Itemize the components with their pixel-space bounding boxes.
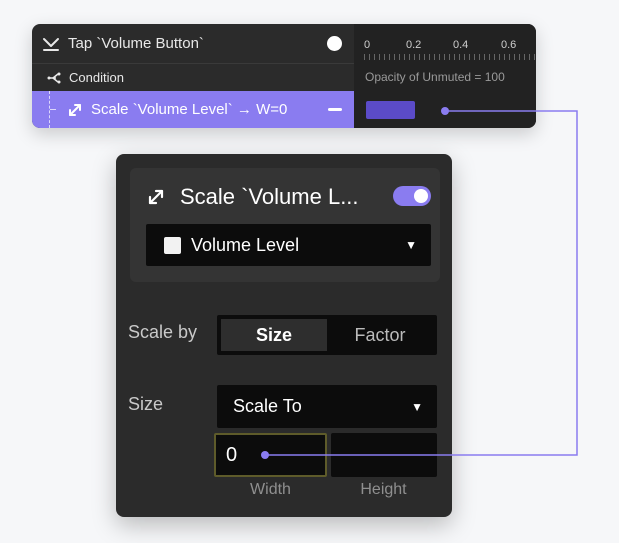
action-enable-switch[interactable] xyxy=(393,186,431,206)
tick-label: 0.6 xyxy=(501,39,517,51)
condition-label: Condition xyxy=(69,70,124,85)
scale-action-label: Scale `Volume Level` → W=0 xyxy=(91,101,288,118)
size-label: Size xyxy=(128,394,164,414)
timeline-tracks: Tap `Volume Button` Condition Scale `Vol… xyxy=(32,24,354,128)
tree-connector-line xyxy=(49,91,57,128)
width-caption: Width xyxy=(250,481,291,498)
dropdown-caret-icon: ▼ xyxy=(411,399,423,414)
layer-swatch xyxy=(164,236,181,254)
timeline-ruler xyxy=(364,54,536,60)
tick-label: 0.4 xyxy=(453,39,469,51)
width-input[interactable]: 0 xyxy=(214,433,327,477)
panel-header: Scale `Volume L... Volume Level ▼ xyxy=(130,168,440,282)
condition-icon xyxy=(46,72,62,84)
scale-mode-select[interactable]: Scale To ▼ xyxy=(217,385,437,428)
height-caption: Height xyxy=(360,481,407,498)
layer-select[interactable]: Volume Level ▼ xyxy=(146,224,431,266)
timeline-panel: Tap `Volume Button` Condition Scale `Vol… xyxy=(32,24,536,128)
scale-mode-value: Scale To xyxy=(233,396,302,416)
scale-by-factor-option[interactable]: Factor xyxy=(327,319,433,351)
remove-icon[interactable] xyxy=(328,108,342,111)
condition-row[interactable]: Condition xyxy=(32,64,354,92)
scale-animation-bar[interactable] xyxy=(366,101,415,119)
tap-icon xyxy=(42,36,60,52)
trigger-enable-toggle[interactable] xyxy=(327,36,342,51)
layer-select-value: Volume Level xyxy=(191,234,300,255)
tick-label: 0 xyxy=(364,39,371,51)
opacity-track-label: Opacity of Unmuted = 100 xyxy=(365,70,505,84)
scale-by-label: Scale by xyxy=(128,322,198,342)
scale-icon xyxy=(146,187,166,207)
scale-by-size-option[interactable]: Size xyxy=(221,319,327,351)
timeline-ruler-area: 0 0.2 0.4 0.6 Opacity of Unmuted = 100 xyxy=(354,24,536,128)
height-input[interactable] xyxy=(331,433,437,477)
tick-label: 0.2 xyxy=(406,39,422,51)
panel-title: Scale `Volume L... xyxy=(180,184,359,209)
trigger-label: Tap `Volume Button` xyxy=(68,35,204,52)
scale-properties-panel: Scale `Volume L... Volume Level ▼ Scale … xyxy=(116,154,452,517)
scale-action-row[interactable]: Scale `Volume Level` → W=0 xyxy=(32,91,354,128)
dropdown-caret-icon: ▼ xyxy=(405,238,417,252)
scale-by-segmented-control: Size Factor xyxy=(217,315,437,355)
scale-icon xyxy=(67,102,83,118)
width-input-value: 0 xyxy=(226,443,238,466)
tap-trigger-row[interactable]: Tap `Volume Button` xyxy=(32,24,354,64)
